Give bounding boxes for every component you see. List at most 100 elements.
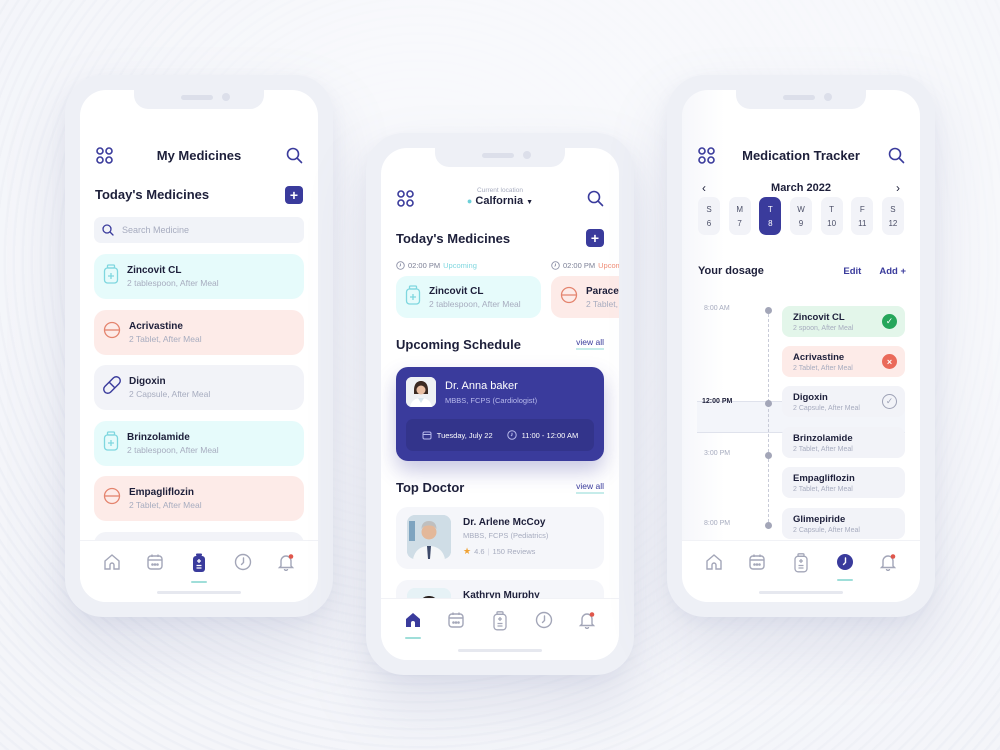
doctor-name: Dr. Anna baker bbox=[445, 380, 518, 392]
capsule-icon bbox=[103, 376, 121, 399]
medicine-card[interactable]: Empagliflozin 2 Tablet, After Meal bbox=[94, 476, 304, 521]
day-number: 6 bbox=[706, 218, 712, 228]
add-dose-button[interactable]: Add + bbox=[879, 266, 906, 277]
tab-calendar[interactable] bbox=[143, 553, 167, 583]
dose-card[interactable]: Acrivastine 2 Tablet, After Meal × bbox=[782, 346, 905, 377]
day-letter: F bbox=[859, 204, 865, 214]
search-input[interactable]: Search Medicine bbox=[94, 217, 304, 243]
add-medicine-button[interactable]: + bbox=[285, 186, 303, 204]
phone-home: Current location ● Calfornia ▼ Today's M… bbox=[366, 133, 634, 675]
search-icon[interactable] bbox=[886, 145, 906, 165]
tab-calendar[interactable] bbox=[444, 611, 468, 641]
medicine-card[interactable]: Acrivastine 2 Tablet, After Meal bbox=[94, 309, 304, 355]
dose-card[interactable]: Digoxin 2 Capsule, After Meal ✓ bbox=[782, 386, 905, 417]
tablet-icon bbox=[103, 321, 121, 344]
day[interactable]: F 11 bbox=[851, 197, 874, 235]
medicine-card[interactable]: Brinzolamide 2 tablespoon, After Meal bbox=[94, 420, 304, 466]
dose-name: Empagliflozin bbox=[793, 472, 855, 484]
dose-card[interactable]: Zincovit CL 2 spoon, After Meal ✓ bbox=[782, 306, 905, 337]
add-medicine-button[interactable]: + bbox=[586, 229, 604, 247]
bell-icon bbox=[277, 553, 295, 576]
tab-calendar[interactable] bbox=[745, 553, 769, 583]
tab-home[interactable] bbox=[100, 553, 124, 583]
medicine-name: Brinzolamide bbox=[127, 431, 190, 443]
view-all-link[interactable]: view all bbox=[576, 481, 604, 494]
timeline-line bbox=[768, 309, 769, 527]
notch bbox=[435, 148, 565, 167]
tab-medicine[interactable] bbox=[488, 611, 512, 641]
clock-icon bbox=[551, 261, 560, 270]
section-title: Upcoming Schedule bbox=[396, 337, 521, 352]
doctor-avatar bbox=[406, 377, 436, 407]
medicine-name: Zincovit CL bbox=[429, 285, 484, 297]
location-value: Calfornia bbox=[475, 195, 524, 207]
chevron-right-icon[interactable]: › bbox=[896, 181, 900, 195]
medicine-name: Empagliflozin bbox=[129, 487, 194, 498]
appointment-slot: Tuesday, July 22 11:00 - 12:00 AM bbox=[406, 419, 594, 451]
today-medicine-card[interactable]: Zincovit CL 2 tablespoon, After Meal bbox=[396, 276, 541, 318]
current-month: March 2022 bbox=[771, 182, 831, 194]
dose-card[interactable]: Brinzolamide 2 Tablet, After Meal bbox=[782, 427, 905, 458]
tab-bell[interactable] bbox=[274, 553, 298, 583]
tab-medicine[interactable] bbox=[187, 553, 211, 583]
calendar-icon bbox=[748, 553, 766, 576]
phone-medication-tracker: Medication Tracker ‹ March 2022 › S6M7T8… bbox=[667, 75, 935, 617]
dose-detail: 2 Tablet, After Meal bbox=[793, 485, 853, 493]
medicine-card[interactable]: Digoxin 2 Capsule, After Meal bbox=[94, 365, 304, 410]
day-selected[interactable]: T8 bbox=[759, 197, 782, 235]
chevron-left-icon[interactable]: ‹ bbox=[702, 181, 706, 195]
dose-card[interactable]: Empagliflozin 2 Tablet, After Meal bbox=[782, 467, 905, 498]
grid-menu-icon[interactable] bbox=[696, 145, 716, 165]
day[interactable]: S 12 bbox=[881, 197, 904, 235]
view-all-link[interactable]: view all bbox=[576, 337, 604, 350]
today-medicine-card[interactable]: Paracetamol2 Tablet, After Meal bbox=[551, 276, 619, 318]
location-pin-icon: ● bbox=[466, 196, 473, 206]
close-icon[interactable]: × bbox=[882, 354, 897, 369]
dose-card[interactable]: Glimepiride 2 Capsule, After Meal bbox=[782, 508, 905, 539]
home-icon bbox=[404, 611, 422, 634]
day-number: 7 bbox=[737, 218, 742, 228]
section-title: Top Doctor bbox=[396, 480, 465, 495]
tab-home[interactable] bbox=[401, 611, 425, 641]
tab-clock[interactable] bbox=[532, 611, 556, 641]
tab-home[interactable] bbox=[702, 553, 726, 583]
tab-medicine[interactable] bbox=[789, 553, 813, 583]
time-row: 02:00 PM Upcoming bbox=[551, 261, 619, 270]
medicine-detail: 2 Tablet, After Meal bbox=[586, 298, 619, 309]
medicine-detail: 2 Capsule, After Meal bbox=[129, 389, 211, 399]
day-letter: S bbox=[706, 204, 712, 214]
medicine-icon bbox=[792, 553, 810, 578]
medicine-detail: 2 tablespoon, After Meal bbox=[429, 298, 521, 309]
dose-status: Upcoming bbox=[598, 261, 619, 270]
tab-clock[interactable] bbox=[231, 553, 255, 583]
location-selector[interactable]: Current location ● Calfornia ▼ bbox=[381, 187, 619, 207]
day[interactable]: T 10 bbox=[820, 197, 843, 235]
day[interactable]: W9 bbox=[789, 197, 812, 235]
day-number: 9 bbox=[798, 218, 804, 228]
search-icon[interactable] bbox=[284, 145, 304, 165]
calendar-icon bbox=[146, 553, 164, 576]
appointment-date: Tuesday, July 22 bbox=[436, 430, 493, 440]
bell-icon bbox=[879, 553, 897, 576]
appointment-card[interactable]: Dr. Anna baker MBBS, FCPS (Cardiologist)… bbox=[396, 367, 604, 461]
grid-menu-icon[interactable] bbox=[94, 145, 114, 165]
screen: Current location ● Calfornia ▼ Today's M… bbox=[381, 148, 619, 660]
doctor-photo bbox=[407, 515, 451, 559]
medicine-detail: 2 Tablet, After Meal bbox=[129, 333, 202, 344]
phone-my-medicines: My Medicines Today's Medicines + Search … bbox=[65, 75, 333, 617]
doctor-card[interactable]: Dr. Arlene McCoy MBBS, FCPS (Pediatrics)… bbox=[396, 507, 604, 569]
tab-clock[interactable] bbox=[833, 553, 857, 583]
header: My Medicines bbox=[80, 140, 318, 170]
medicine-card[interactable]: Zincovit CL 2 tablespoon, After Meal bbox=[94, 254, 304, 299]
tab-bell[interactable] bbox=[575, 611, 599, 641]
tab-bell[interactable] bbox=[876, 553, 900, 583]
edit-button[interactable]: Edit bbox=[843, 266, 861, 277]
check-circle-icon[interactable]: ✓ bbox=[882, 394, 897, 409]
dose-time: 02:00 PM bbox=[563, 261, 596, 270]
check-icon[interactable]: ✓ bbox=[882, 314, 897, 329]
medicine-detail: 2 Tablet, After Meal bbox=[129, 500, 202, 510]
day[interactable]: S6 bbox=[698, 197, 720, 235]
day[interactable]: M7 bbox=[728, 197, 751, 235]
page-title: My Medicines bbox=[156, 147, 242, 163]
medicine-name: Digoxin bbox=[129, 376, 166, 387]
